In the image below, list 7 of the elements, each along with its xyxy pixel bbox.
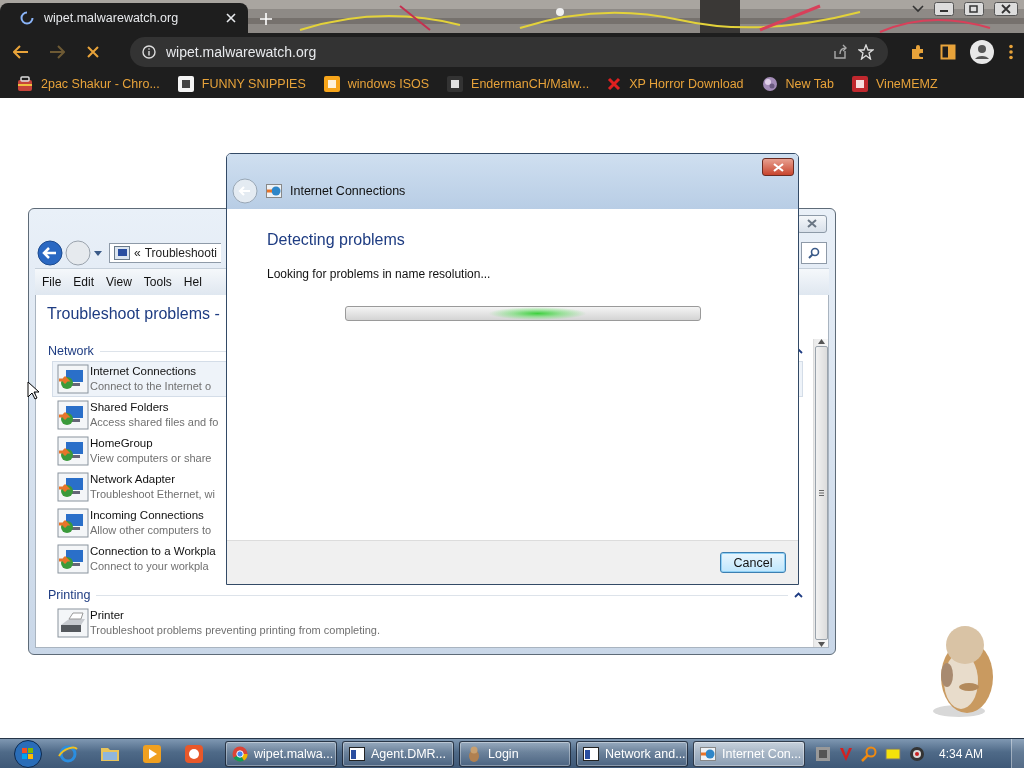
section-heading: Printing xyxy=(48,588,91,602)
dialog-heading: Detecting problems xyxy=(267,231,406,249)
window-title: Internet Connections xyxy=(290,184,406,198)
section-heading: Network xyxy=(48,344,94,358)
page-heading: Troubleshoot problems - xyxy=(47,305,220,324)
clock: 4:34 AM xyxy=(939,746,984,761)
status-text: Looking for problems in name resolution... xyxy=(267,267,492,281)
